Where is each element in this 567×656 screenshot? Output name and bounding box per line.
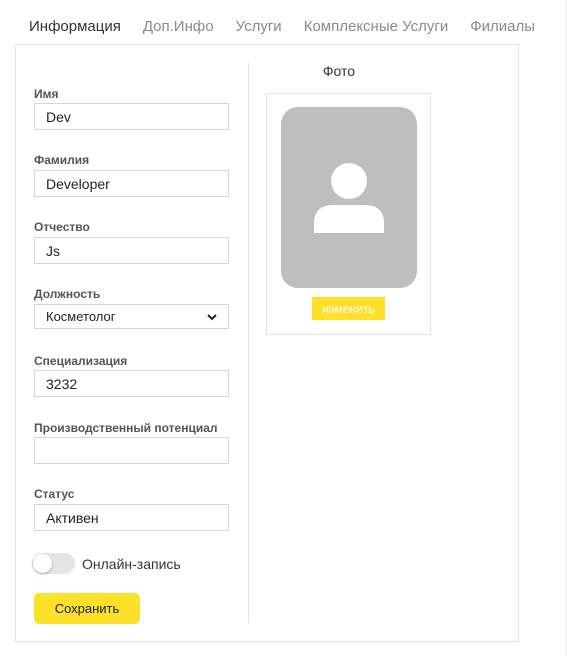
column-divider (248, 63, 249, 623)
user-icon (314, 163, 384, 233)
chevron-down-icon (207, 313, 217, 320)
change-photo-button[interactable]: изменить (312, 297, 385, 320)
photo-title: Фото (322, 63, 356, 79)
middle-name-label: Отчество (34, 220, 90, 234)
save-button[interactable]: Сохранить (34, 593, 140, 624)
middle-name-field[interactable] (34, 237, 229, 264)
tab-info[interactable]: Информация (18, 10, 132, 44)
specialization-field[interactable] (34, 370, 229, 397)
tab-services[interactable]: Услуги (225, 10, 293, 44)
toggle-knob (33, 554, 52, 573)
info-panel: Имя Фамилия Отчество Должность Косметоло… (15, 44, 519, 642)
tab-bar: Информация Доп.Инфо Услуги Комплексные У… (18, 10, 546, 44)
status-label: Статус (34, 487, 75, 501)
first-name-field[interactable] (34, 103, 229, 130)
position-label: Должность (34, 287, 101, 301)
last-name-label: Фамилия (34, 153, 90, 167)
position-select[interactable]: Косметолог (34, 304, 229, 329)
tab-complex-services[interactable]: Комплексные Услуги (293, 10, 460, 44)
potential-label: Производственный потенциал (34, 421, 218, 435)
potential-field[interactable] (34, 437, 229, 464)
avatar (281, 107, 417, 288)
toggle-switch[interactable] (32, 553, 75, 574)
specialization-label: Специализация (34, 354, 128, 368)
tab-branches[interactable]: Филиалы (459, 10, 546, 44)
position-select-value: Косметолог (46, 309, 116, 324)
last-name-field[interactable] (34, 170, 229, 197)
online-booking-label: Онлайн-запись (82, 555, 181, 572)
online-booking-toggle[interactable]: Онлайн-запись (32, 553, 181, 574)
status-field[interactable] (34, 504, 229, 531)
photo-box: изменить (266, 93, 431, 335)
tab-extra-info[interactable]: Доп.Инфо (132, 10, 225, 44)
first-name-label: Имя (34, 87, 59, 101)
